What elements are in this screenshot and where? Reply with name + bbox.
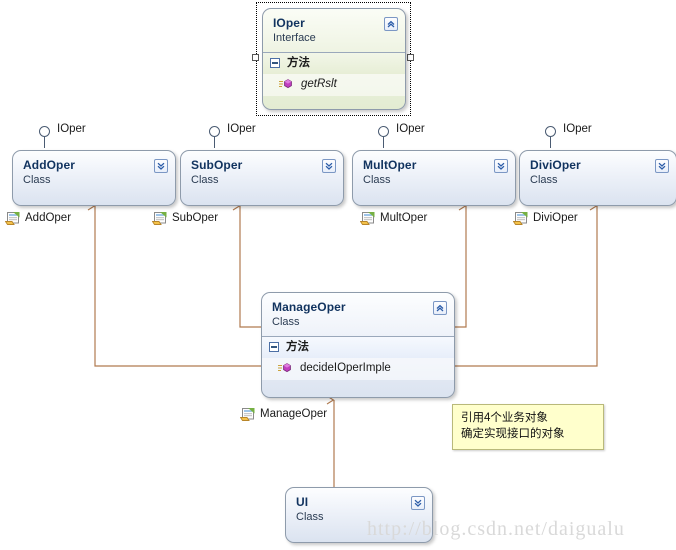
manageoper-stereotype: Class xyxy=(272,316,300,328)
interface-ball-icon xyxy=(378,126,389,137)
chevron-down-icon[interactable] xyxy=(154,159,168,173)
class-file-icon xyxy=(4,211,21,225)
interface-stem xyxy=(44,137,45,148)
interface-stem xyxy=(383,137,384,148)
manageoper-method-row[interactable]: decideIOperImple xyxy=(262,358,454,380)
tag-manageoper: ManageOper xyxy=(239,407,328,421)
watermark: http://blog.csdn.net/daigualu xyxy=(367,518,625,540)
chevron-up-icon[interactable] xyxy=(433,301,447,315)
interface-ball-icon xyxy=(545,126,556,137)
interface-stem xyxy=(550,137,551,148)
ioper-method-row[interactable]: getRslt xyxy=(263,74,405,96)
selection-handle-left[interactable] xyxy=(252,54,259,61)
class-manageoper[interactable]: ManageOper Class 方法 decideIOperImple xyxy=(261,292,455,398)
method-icon xyxy=(278,362,292,374)
tag-label-divioper: DiviOper xyxy=(533,212,578,224)
addoper-name: AddOper xyxy=(23,158,76,172)
chevron-down-icon[interactable] xyxy=(494,159,508,173)
chevron-down-icon[interactable] xyxy=(411,496,425,510)
annotation-note[interactable]: 引用4个业务对象 确定实现接口的对象 xyxy=(452,404,604,450)
note-line-1: 引用4个业务对象 xyxy=(461,412,548,424)
interface-ball-icon xyxy=(209,126,220,137)
addoper-stereotype: Class xyxy=(23,174,51,186)
note-line-2: 确定实现接口的对象 xyxy=(461,428,565,440)
collapse-box-icon[interactable] xyxy=(269,342,279,352)
ioper-methods-label: 方法 xyxy=(287,57,310,69)
ioper-methods-title: 方法 xyxy=(263,53,405,74)
ioper-stereotype: Interface xyxy=(273,32,316,44)
method-icon xyxy=(279,78,293,90)
lollipop-label-multoper: IOper xyxy=(396,123,425,135)
manageoper-method-name: decideIOperImple xyxy=(300,362,391,374)
lollipop-suboper: IOper xyxy=(209,123,299,150)
divioper-stereotype: Class xyxy=(530,174,558,186)
connector-manageoper-multoper xyxy=(455,201,467,328)
lollipop-label-suboper: IOper xyxy=(227,123,256,135)
tag-label-manageoper: ManageOper xyxy=(260,408,328,420)
manageoper-methods-title: 方法 xyxy=(262,337,454,358)
ioper-name: IOper xyxy=(273,16,305,30)
tag-label-multoper: MultOper xyxy=(380,212,428,224)
tag-label-suboper: SubOper xyxy=(172,212,219,224)
chevron-down-icon[interactable] xyxy=(322,159,336,173)
multoper-stereotype: Class xyxy=(363,174,391,186)
suboper-header: SubOper Class xyxy=(181,151,343,194)
chevron-up-icon[interactable] xyxy=(384,17,398,31)
connector-manageoper-addoper xyxy=(87,201,261,367)
class-file-icon xyxy=(512,211,529,225)
interface-ioper[interactable]: IOper Interface 方法 getRslt xyxy=(262,8,406,110)
lollipop-multoper: IOper xyxy=(378,123,468,150)
class-suboper[interactable]: SubOper Class xyxy=(180,150,344,206)
tag-divioper: DiviOper xyxy=(512,211,578,225)
tag-suboper: SubOper xyxy=(151,211,219,225)
ui-name: UI xyxy=(296,495,309,509)
interface-stem xyxy=(214,137,215,148)
tag-label-addoper: AddOper xyxy=(25,212,72,224)
ioper-methods-compartment: 方法 getRslt xyxy=(263,52,405,96)
lollipop-divioper: IOper xyxy=(545,123,635,150)
collapse-box-icon[interactable] xyxy=(270,58,280,68)
manageoper-header: ManageOper Class xyxy=(262,293,454,336)
suboper-name: SubOper xyxy=(191,158,243,172)
uml-diagram-canvas: IOper Interface 方法 getRslt IOper AddOper… xyxy=(0,0,676,550)
manageoper-name: ManageOper xyxy=(272,300,346,314)
connector-manageoper-suboper xyxy=(232,201,261,328)
class-file-icon xyxy=(151,211,168,225)
class-addoper[interactable]: AddOper Class xyxy=(12,150,176,206)
interface-ball-icon xyxy=(39,126,50,137)
chevron-down-icon[interactable] xyxy=(655,159,669,173)
class-multoper[interactable]: MultOper Class xyxy=(352,150,516,206)
manageoper-methods-compartment: 方法 decideIOperImple xyxy=(262,336,454,380)
multoper-name: MultOper xyxy=(363,158,417,172)
divioper-name: DiviOper xyxy=(530,158,581,172)
divioper-header: DiviOper Class xyxy=(520,151,676,194)
multoper-header: MultOper Class xyxy=(353,151,515,194)
class-file-icon xyxy=(239,407,256,421)
tag-addoper: AddOper xyxy=(4,211,72,225)
lollipop-addoper: IOper xyxy=(39,123,129,150)
connector-manageoper-divioper xyxy=(455,201,598,367)
selection-handle-right[interactable] xyxy=(407,54,414,61)
class-file-icon xyxy=(359,211,376,225)
tag-multoper: MultOper xyxy=(359,211,428,225)
class-divioper[interactable]: DiviOper Class xyxy=(519,150,676,206)
lollipop-label-divioper: IOper xyxy=(563,123,592,135)
manageoper-methods-label: 方法 xyxy=(286,341,309,353)
lollipop-label-addoper: IOper xyxy=(57,123,86,135)
ioper-method-name: getRslt xyxy=(301,78,337,90)
addoper-header: AddOper Class xyxy=(13,151,175,194)
ioper-header: IOper Interface xyxy=(263,9,405,52)
suboper-stereotype: Class xyxy=(191,174,219,186)
